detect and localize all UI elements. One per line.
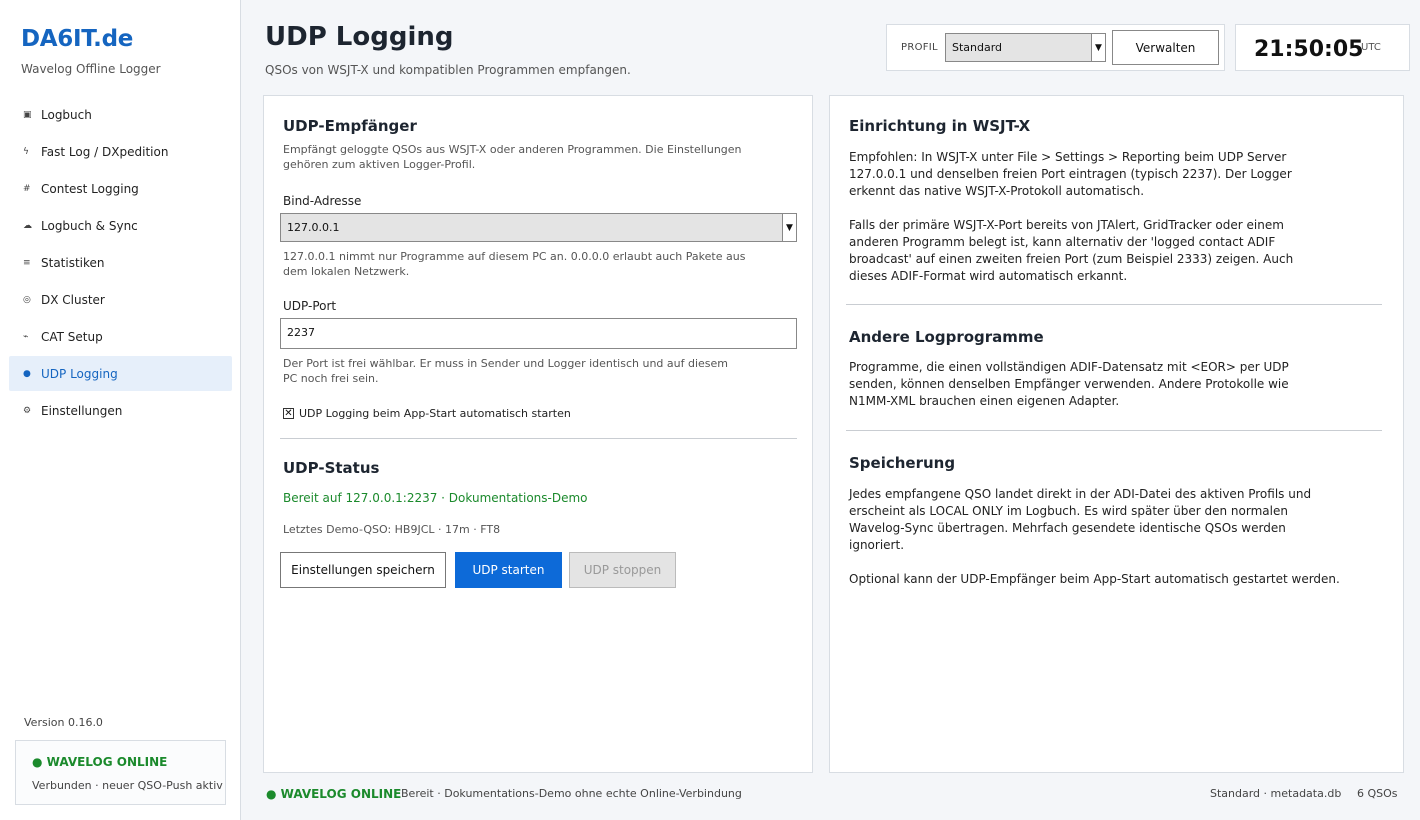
utc-clock: 21:50:05 UTC [1235,24,1410,71]
bind-address-value: 127.0.0.1 [287,221,340,234]
udp-stop-button[interactable]: UDP stoppen [569,552,676,588]
profile-label: PROFIL [901,42,938,53]
hash-icon: # [23,183,31,194]
target-icon: ◎ [23,294,31,305]
bolt-icon: ϟ [23,146,29,157]
udp-port-input[interactable]: 2237 [280,318,797,349]
sidebar-item-label: Fast Log / DXpedition [41,144,169,159]
bind-address-label: Bind-Adresse [283,194,362,208]
sidebar-item-label: Contest Logging [41,181,139,196]
sidebar-item-dx-cluster[interactable]: ◎ DX Cluster [9,282,232,317]
status-title: UDP-Status [283,459,380,477]
footer-database: Standard · metadata.db [1210,787,1342,800]
bind-address-select[interactable]: 127.0.0.1 ▼ [280,213,797,242]
clock-utc-label: UTC [1361,42,1381,53]
brand-subtitle: Wavelog Offline Logger [21,62,161,76]
page-title: UDP Logging [265,22,454,52]
chevron-down-icon[interactable]: ▼ [782,214,796,241]
sidebar-item-label: Einstellungen [41,403,123,418]
profile-select[interactable]: Standard ▼ [945,33,1106,62]
other-programs-text: Programme, die einen vollständigen ADIF-… [849,360,1289,408]
wsjtx-setup-text-1: Empfohlen: In WSJT-X unter File > Settin… [849,150,1292,198]
sidebar-nav: ▣ Logbuch ϟ Fast Log / DXpedition # Cont… [9,97,232,430]
storage-text-1: Jedes empfangene QSO landet direkt in de… [849,487,1312,552]
sidebar-item-logbuch-sync[interactable]: ☁ Logbuch & Sync [9,208,232,243]
udp-port-value: 2237 [287,326,315,339]
storage-title: Speicherung [849,454,956,472]
section-divider [846,430,1382,431]
online-status-detail: Verbunden · neuer QSO-Push aktiv [32,779,223,792]
storage-text-2: Optional kann der UDP-Empfänger beim App… [849,572,1340,586]
logbook-icon: ▣ [23,109,32,120]
udp-receiver-card: UDP-Empfänger Empfängt geloggte QSOs aus… [263,95,813,773]
sidebar-item-label: CAT Setup [41,329,103,344]
save-settings-button[interactable]: Einstellungen speichern [280,552,446,588]
receiver-title: UDP-Empfänger [283,117,417,135]
wsjtx-setup-text-2: Falls der primäre WSJT-X-Port bereits vo… [849,218,1294,283]
sidebar-item-label: Statistiken [41,255,105,270]
online-status-text: WAVELOG ONLINE [46,755,168,769]
autostart-label[interactable]: UDP Logging beim App-Start automatisch s… [299,407,571,420]
udp-port-label: UDP-Port [283,299,337,313]
app-version: Version 0.16.0 [24,716,103,729]
sidebar-item-label: Logbuch & Sync [41,218,138,233]
sidebar-item-cat-setup[interactable]: ⌁ CAT Setup [9,319,232,354]
sidebar-item-einstellungen[interactable]: ⚙ Einstellungen [9,393,232,428]
footer-online-text: WAVELOG ONLINE [280,787,402,801]
footer-status-text: Bereit · Dokumentations-Demo ohne echte … [401,787,742,800]
wave-icon: ⌁ [23,331,29,342]
autostart-checkbox[interactable]: ✕ [283,408,294,419]
sidebar-item-contest-logging[interactable]: # Contest Logging [9,171,232,206]
section-divider [280,438,797,439]
sidebar-item-fast-log[interactable]: ϟ Fast Log / DXpedition [9,134,232,169]
sidebar-item-label: Logbuch [41,107,92,122]
last-qso-info: Letztes Demo-QSO: HB9JCL · 17m · FT8 [283,523,501,536]
sidebar-item-label: DX Cluster [41,292,105,307]
sidebar-item-logbuch[interactable]: ▣ Logbuch [9,97,232,132]
profile-select-value: Standard [952,41,1003,54]
section-divider [846,304,1382,305]
profile-bar: PROFIL Standard ▼ Verwalten [886,24,1225,71]
online-status-box: ● WAVELOG ONLINE Verbunden · neuer QSO-P… [15,740,226,805]
page-subtitle: QSOs von WSJT-X und kompatiblen Programm… [265,63,631,77]
udp-status-state: Bereit auf 127.0.0.1:2237 · Dokumentatio… [283,491,588,505]
footer-online-status: ● WAVELOG ONLINE [266,787,402,801]
footer-qso-count: 6 QSOs [1357,787,1398,800]
receiver-description: Empfängt geloggte QSOs aus WSJT-X oder a… [283,143,742,171]
wsjtx-setup-title: Einrichtung in WSJT-X [849,117,1031,135]
clock-time: 21:50:05 [1254,37,1364,62]
help-card: Einrichtung in WSJT-X Empfohlen: In WSJT… [829,95,1404,773]
sidebar-item-label: UDP Logging [41,366,118,381]
sidebar-item-statistiken[interactable]: ≡ Statistiken [9,245,232,280]
gear-icon: ⚙ [23,405,32,416]
sidebar: DA6IT.de Wavelog Offline Logger ▣ Logbuc… [0,0,241,820]
chevron-down-icon[interactable]: ▼ [1091,34,1105,61]
stats-icon: ≡ [23,257,31,268]
sidebar-item-udp-logging[interactable]: ● UDP Logging [9,356,232,391]
brand-logo[interactable]: DA6IT.de [21,26,133,52]
cloud-icon: ☁ [23,220,32,231]
other-programs-title: Andere Logprogramme [849,328,1044,346]
manage-profiles-button[interactable]: Verwalten [1112,30,1219,65]
dot-icon: ● [23,368,31,379]
online-status-title: ● WAVELOG ONLINE [32,755,168,769]
bind-address-hint: 127.0.0.1 nimmt nur Programme auf diesem… [283,250,746,278]
udp-port-hint: Der Port ist frei wählbar. Er muss in Se… [283,357,729,385]
udp-start-button[interactable]: UDP starten [455,552,562,588]
